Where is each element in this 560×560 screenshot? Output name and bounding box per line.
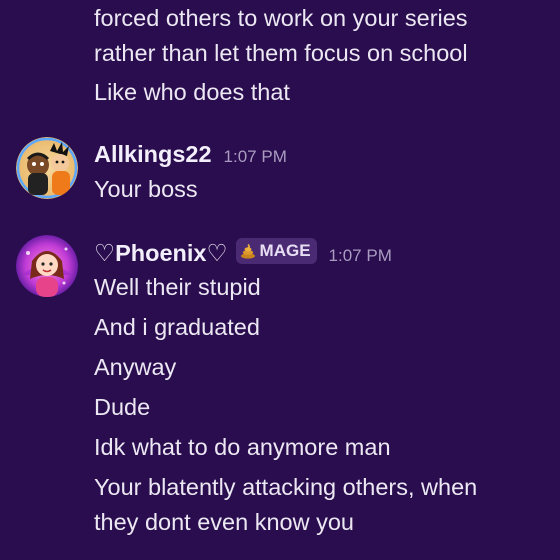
message-line: Your boss [94, 176, 198, 202]
message-line: Your blatently attacking others, when [94, 474, 478, 500]
avatar[interactable] [16, 137, 78, 199]
message-line: Dude [94, 394, 151, 420]
author-row: Allkings22 1:07 PM [94, 141, 287, 168]
message-line: And i graduated [94, 314, 260, 340]
poop-emoji-icon [240, 243, 255, 259]
badge-label: MAGE [259, 241, 311, 260]
role-badge[interactable]: MAGE [235, 238, 317, 264]
timestamp: 1:07 PM [223, 147, 287, 166]
message-line: they dont even know you [94, 509, 354, 535]
avatar[interactable] [16, 235, 78, 297]
message-line: Like who does that [94, 79, 290, 105]
author-row: ♡Phoenix♡ MAGE 1:07 PM [94, 238, 392, 267]
message-line: rather than let them focus on school [94, 40, 468, 66]
message-line: Well their stupid [94, 274, 261, 300]
message-line: Anyway [94, 354, 177, 380]
message-line: forced others to work on your series [94, 5, 468, 31]
author-name[interactable]: Allkings22 [94, 141, 212, 168]
timestamp: 1:07 PM [328, 246, 392, 265]
author-name[interactable]: ♡Phoenix♡ [94, 239, 228, 267]
message-line: Idk what to do anymore man [94, 434, 391, 460]
